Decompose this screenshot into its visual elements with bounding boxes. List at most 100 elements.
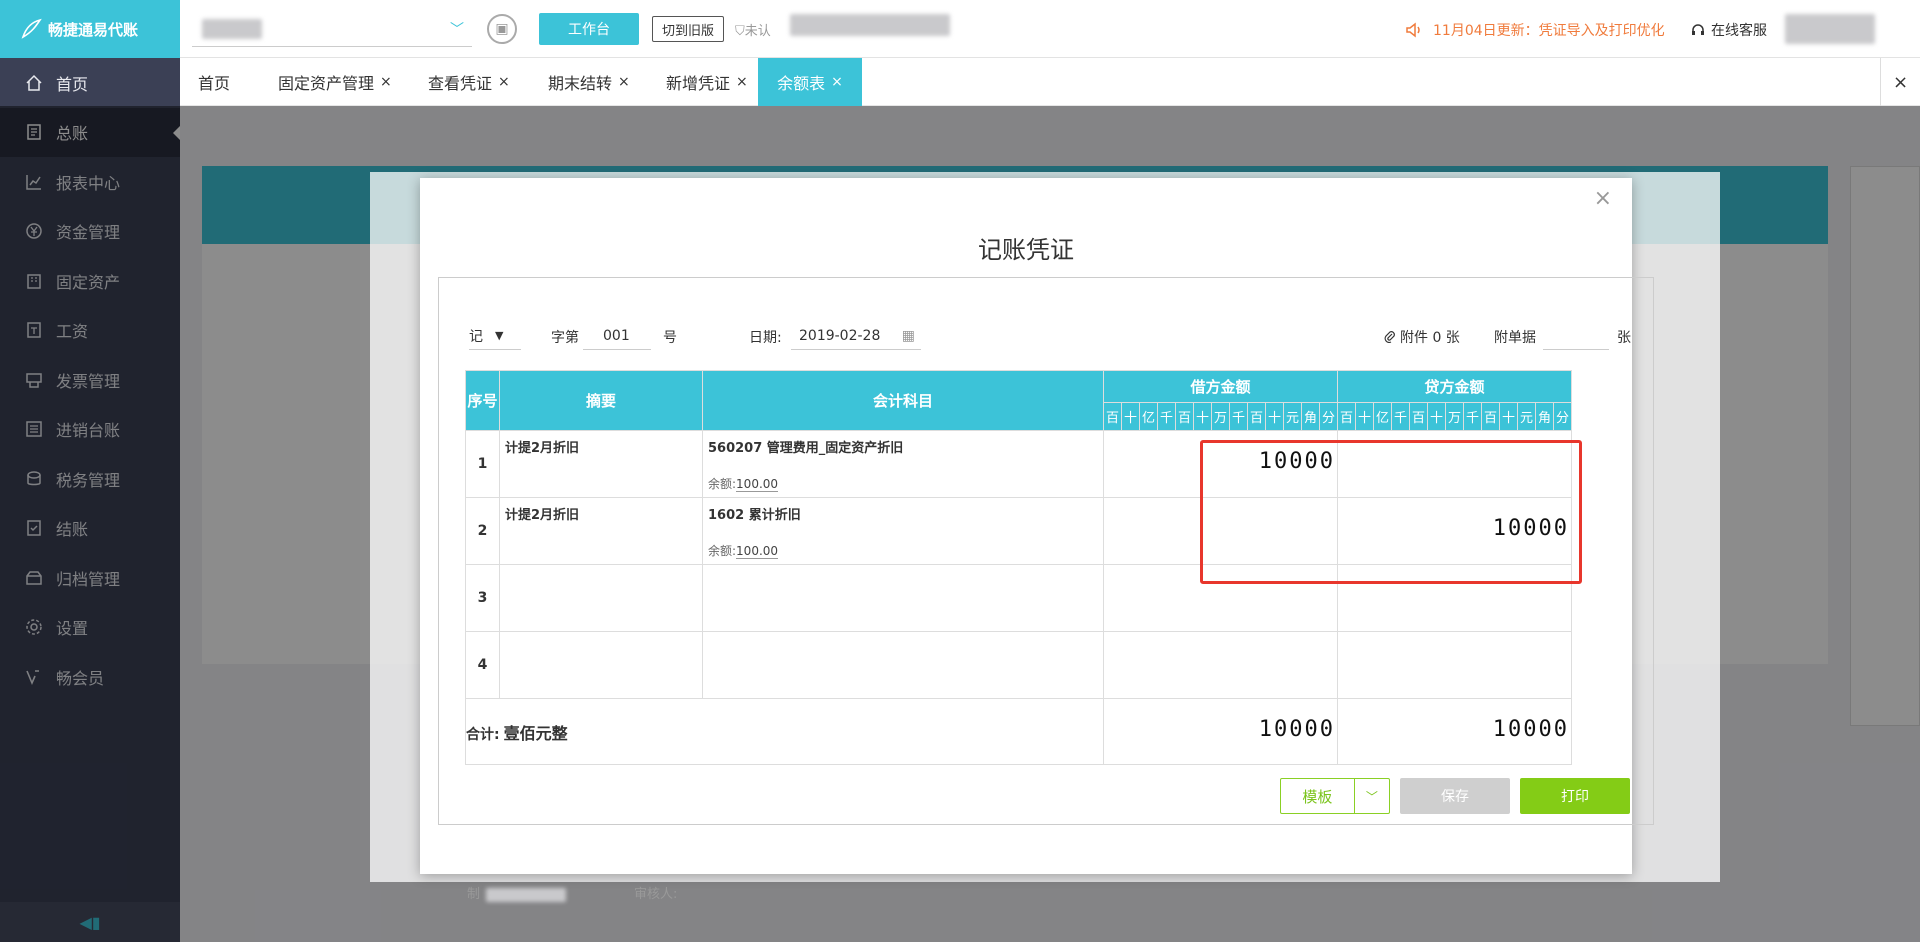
voucher-number-input[interactable]: 001 (583, 322, 651, 350)
credit-cell[interactable] (1337, 564, 1572, 632)
col-credit: 贷方金额 (1337, 370, 1572, 403)
service-text: 在线客服 (1711, 23, 1767, 39)
credit-cell[interactable]: 10000 (1337, 497, 1572, 565)
col-index: 序号 (465, 370, 500, 431)
debit-unit-5: 十 (1193, 402, 1212, 431)
debit-unit-12: 分 (1319, 402, 1338, 431)
row-index: 3 (465, 564, 500, 632)
voucher-type-select[interactable]: 记 ▼ (469, 322, 521, 350)
close-icon[interactable]: × (736, 74, 748, 90)
row-index: 1 (465, 430, 500, 498)
tab-fixed-asset-management[interactable]: 固定资产管理 × (278, 58, 392, 106)
summary-cell[interactable]: 计提2月折旧 (499, 430, 703, 498)
avatar[interactable] (1785, 14, 1875, 44)
balance-label: 余额: (708, 544, 737, 558)
tab-label: 固定资产管理 (278, 74, 375, 93)
tab-label: 新增凭证 (666, 74, 731, 93)
chevron-down-icon[interactable]: ﹀ (1353, 779, 1389, 813)
date-input[interactable]: 2019-02-28 ▦ (791, 322, 921, 350)
template-label: 模板 (1302, 787, 1333, 806)
attachments-link[interactable]: 附件 0 张 (1384, 327, 1460, 347)
chevron-down-icon: ﹀ (450, 22, 464, 38)
calendar-icon[interactable]: ▦ (902, 328, 915, 344)
maker-name-redacted (486, 887, 567, 902)
close-all-tabs-icon[interactable]: × (1880, 58, 1920, 106)
logo-feather-icon (21, 18, 42, 39)
total-words: 壹佰元整 (503, 723, 568, 743)
balance-line: 余额:100.00 (708, 475, 779, 492)
save-button[interactable]: 保存 (1400, 778, 1510, 814)
update-notice[interactable]: 11月04日更新：凭证导入及打印优化 (1405, 20, 1665, 40)
switch-old-version-button[interactable]: 切到旧版 (652, 16, 724, 42)
sidebar-item-home[interactable]: 首页 (0, 58, 180, 108)
credit-cell[interactable] (1337, 430, 1572, 498)
debit-cell[interactable] (1103, 564, 1338, 632)
credit-value: 10000 (1492, 516, 1569, 541)
total-debit-value: 10000 (1258, 717, 1335, 742)
account-cell[interactable] (702, 564, 1104, 632)
summary-cell[interactable] (499, 564, 703, 632)
print-button[interactable]: 打印 (1520, 778, 1630, 814)
headset-icon (1692, 24, 1704, 35)
credit-cell[interactable] (1337, 631, 1572, 699)
redacted-info (790, 14, 950, 36)
close-icon[interactable]: × (1594, 186, 1612, 211)
app-logo[interactable]: 畅捷通易代账 (0, 0, 180, 58)
total-label: 合计: (466, 726, 500, 743)
table-row: 1 计提2月折旧 560207 管理费用_固定资产折旧 余额:100.00 10000 (465, 430, 1572, 498)
balance-label: 余额: (708, 477, 737, 491)
tab-view-voucher[interactable]: 查看凭证 × (428, 58, 510, 106)
template-button[interactable]: 模板 ﹀ (1280, 778, 1390, 814)
total-debit: 10000 (1103, 698, 1338, 765)
debit-unit-9: 十 (1265, 402, 1284, 431)
account-cell[interactable]: 1602 累计折旧 余额:100.00 (702, 497, 1104, 565)
credit-unit-2: 亿 (1373, 402, 1392, 431)
debit-unit-11: 角 (1301, 402, 1320, 431)
debit-unit-10: 元 (1283, 402, 1302, 431)
close-icon[interactable]: × (618, 74, 630, 90)
debit-cell[interactable]: 10000 (1103, 430, 1338, 498)
workbench-button[interactable]: 工作台 (539, 13, 639, 45)
voucher-doc-label: 附单据 (1494, 330, 1536, 346)
table-row: 3 (465, 564, 1572, 632)
account-cell[interactable] (702, 631, 1104, 699)
credit-unit-9: 十 (1499, 402, 1518, 431)
tab-label: 期末结转 (548, 74, 613, 93)
close-icon[interactable]: × (831, 74, 843, 90)
unauthenticated-label[interactable]: ⛉未认 (735, 20, 771, 39)
attachments-text: 附件 0 张 (1400, 330, 1460, 346)
voucher-dialog: × 记账凭证 记 ▼ 字第 001 号 日期: 2019-02-28 ▦ 附件 0 … (420, 178, 1654, 902)
credit-unit-3: 千 (1391, 402, 1410, 431)
col-summary: 摘要 (499, 370, 703, 431)
calendar-circle-icon[interactable]: ▣ (487, 14, 517, 44)
summary-text: 计提2月折旧 (505, 441, 580, 456)
tab-home[interactable]: 首页 (198, 58, 230, 106)
entries-body: 1 计提2月折旧 560207 管理费用_固定资产折旧 余额:100.00 10000 2… (465, 430, 1572, 699)
table-row: 4 (465, 631, 1572, 699)
credit-unit-12: 分 (1553, 402, 1572, 431)
tab-period-end-transfer[interactable]: 期末结转 × (548, 58, 630, 106)
tab-new-voucher[interactable]: 新增凭证 × (666, 58, 748, 106)
voucher-form: 记 ▼ 字第 001 号 日期: 2019-02-28 ▦ 附件 0 张 附单据 张… (438, 277, 1654, 902)
company-name-redacted (202, 19, 262, 39)
tab-balance-sheet[interactable]: 余额表 × (758, 58, 862, 106)
maker-label: 制 (467, 883, 567, 902)
online-service-link[interactable]: 在线客服 (1690, 20, 1767, 40)
close-icon[interactable]: × (380, 74, 392, 90)
debit-unit-1: 十 (1121, 402, 1140, 431)
voucher-doc-count-input[interactable] (1543, 322, 1609, 350)
close-icon[interactable]: × (498, 74, 510, 90)
tab-label: 查看凭证 (428, 74, 493, 93)
voucher-header: 记 ▼ 字第 001 号 日期: 2019-02-28 ▦ 附件 0 张 附单据 张 (439, 278, 1653, 373)
voucher-entries-table: 序号 摘要 会计科目 借方金额 贷方金额 百十亿千百十万千百十元角分百十亿千百十… (465, 370, 1572, 765)
company-select[interactable]: ﹀ (192, 13, 472, 47)
summary-cell[interactable]: 计提2月折旧 (499, 497, 703, 565)
summary-cell[interactable] (499, 631, 703, 699)
account-cell[interactable]: 560207 管理费用_固定资产折旧 余额:100.00 (702, 430, 1104, 498)
debit-cell[interactable] (1103, 631, 1338, 699)
credit-unit-6: 万 (1445, 402, 1464, 431)
debit-value: 10000 (1258, 449, 1335, 474)
debit-cell[interactable] (1103, 497, 1338, 565)
balance-line: 余额:100.00 (708, 542, 779, 559)
maker-text: 制 (467, 887, 481, 902)
